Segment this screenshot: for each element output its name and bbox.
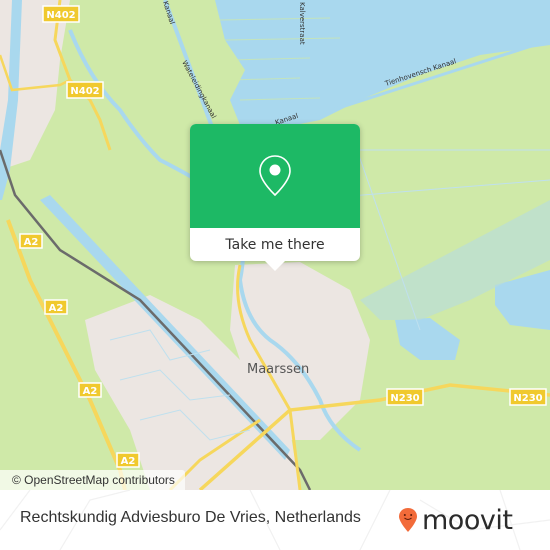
take-me-there-button[interactable]: Take me there <box>190 228 360 261</box>
location-popup: Take me there <box>190 124 360 271</box>
moovit-pin-icon <box>399 508 417 532</box>
road-shield-a2-4: A2 <box>116 452 140 468</box>
road-shield-n230-1: N230 <box>386 388 424 406</box>
popup-pointer <box>265 261 285 271</box>
road-shield-a2-3: A2 <box>78 382 102 398</box>
popup-header <box>190 124 360 228</box>
road-shield-n402-2: N402 <box>66 81 104 99</box>
svg-text:A2: A2 <box>121 456 136 467</box>
brand-name: moovit <box>422 504 513 536</box>
road-shield-n402-1: N402 <box>42 5 80 23</box>
svg-text:A2: A2 <box>49 303 64 314</box>
road-shield-n230-2: N230 <box>509 388 547 406</box>
svg-text:N402: N402 <box>46 10 75 21</box>
place-label-maarssen: Maarssen <box>247 362 309 377</box>
road-shield-a2-1: A2 <box>19 233 43 249</box>
svg-text:A2: A2 <box>24 237 39 248</box>
moovit-logo[interactable]: moovit <box>398 500 513 540</box>
map-attribution: © OpenStreetMap contributors <box>0 470 185 490</box>
place-name: Rechtskundig Adviesburo De Vries, Nether… <box>20 509 361 526</box>
svg-text:N230: N230 <box>513 393 542 404</box>
road-shield-a2-2: A2 <box>44 299 68 315</box>
svg-text:N230: N230 <box>390 393 419 404</box>
street-label-kalverstraat: Kalverstraat <box>298 2 306 45</box>
map-pin-icon <box>259 155 291 197</box>
svg-text:A2: A2 <box>83 386 98 397</box>
footer-bar: Rechtskundig Adviesburo De Vries, Nether… <box>0 490 550 550</box>
svg-text:N402: N402 <box>70 86 99 97</box>
